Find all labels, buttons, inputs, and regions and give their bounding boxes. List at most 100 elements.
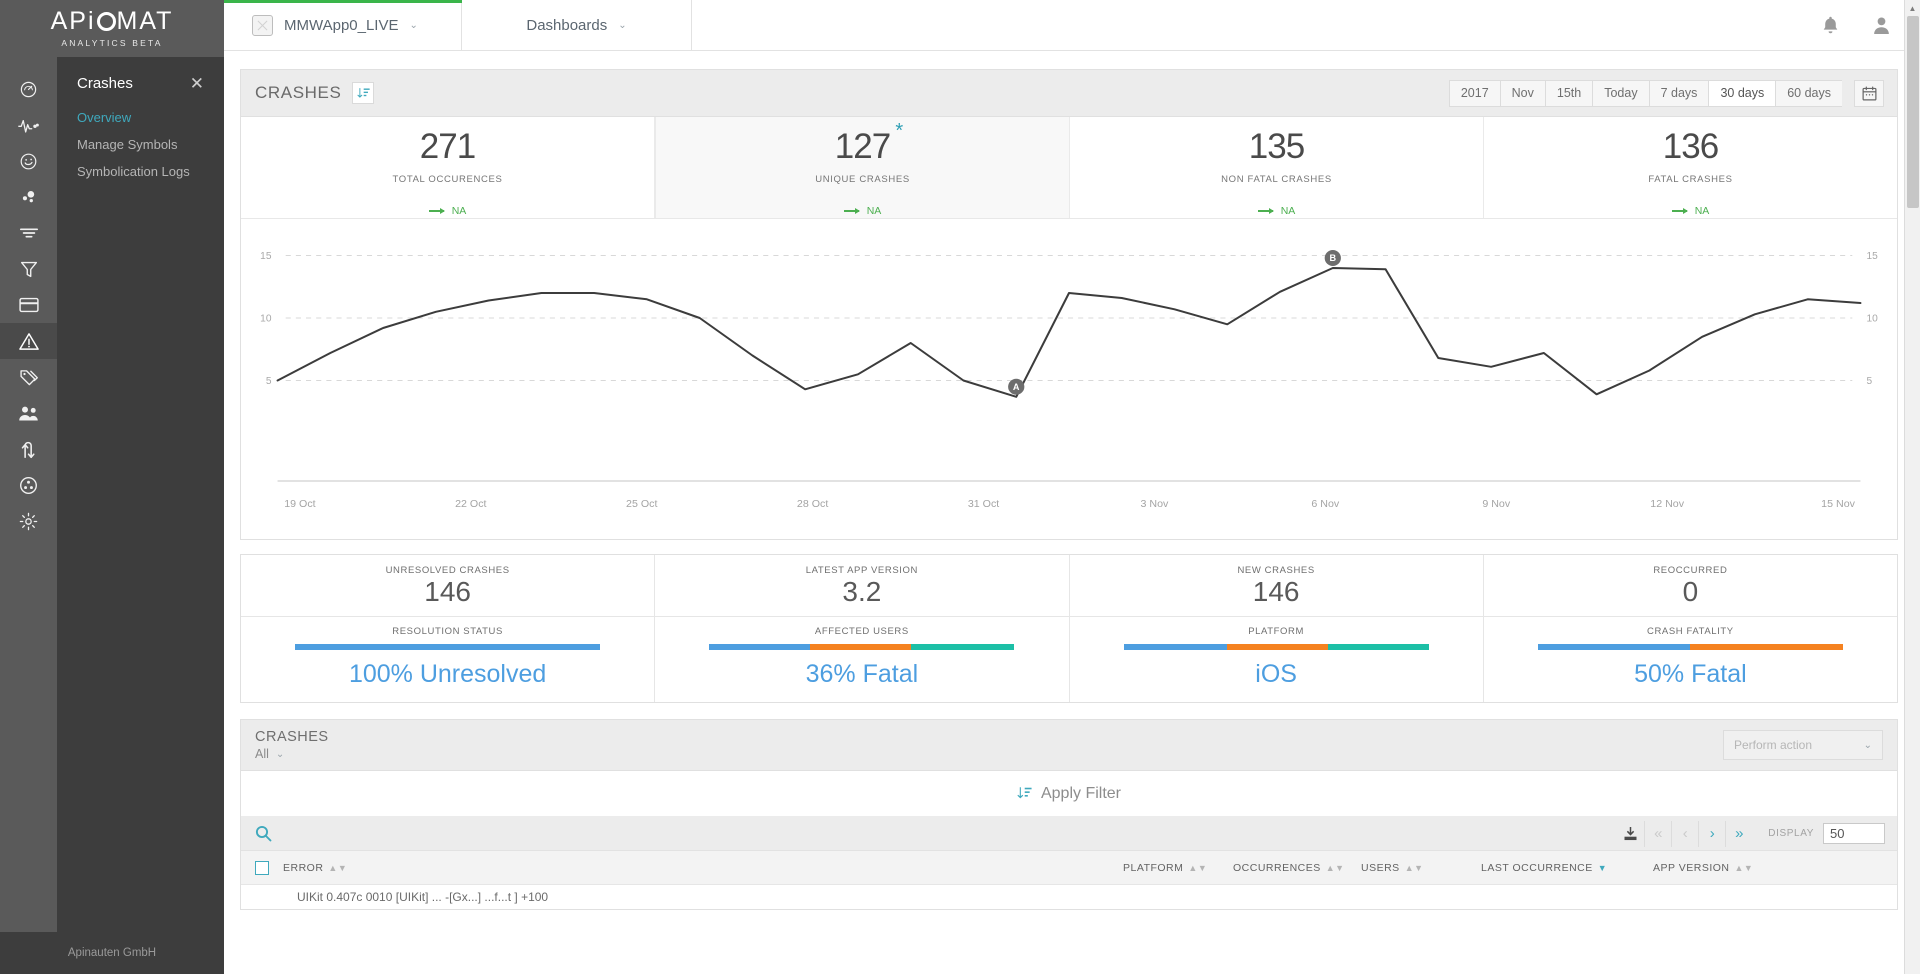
- segmented-bar: [1538, 644, 1843, 650]
- crashes-panel-title-group: CRASHES: [255, 82, 374, 104]
- warning-triangle-icon[interactable]: [0, 323, 57, 359]
- card-icon[interactable]: [0, 287, 57, 323]
- range-15th[interactable]: 15th: [1545, 80, 1592, 107]
- crashes-table-panel: CRASHES All ⌄ Perform action ⌄ App: [240, 719, 1898, 910]
- stat-new-crashes: NEW CRASHES 146 PLATFORM iOS: [1070, 555, 1484, 702]
- range-60-days[interactable]: 60 days: [1775, 80, 1842, 107]
- column-occurrences[interactable]: OCCURRENCES▲▼: [1233, 862, 1361, 874]
- sub-navigation-title: Crashes: [77, 75, 133, 92]
- x-tick-label: 15 Nov: [1821, 498, 1855, 510]
- kpi-trend: NA: [844, 205, 882, 217]
- tab-dashboards-label: Dashboards: [526, 17, 607, 34]
- crashes-table-title: CRASHES: [255, 729, 329, 745]
- x-tick-label: 25 Oct: [626, 498, 657, 510]
- bubbles-icon[interactable]: [0, 179, 57, 215]
- kpi-trend: NA: [1258, 205, 1296, 217]
- column-last-occurrence[interactable]: LAST OCCURRENCE▼: [1481, 862, 1653, 874]
- stat-reoccurred: REOCCURRED 0 CRASH FATALITY 50% Fatal: [1484, 555, 1897, 702]
- smiley-icon[interactable]: [0, 143, 57, 179]
- select-all-checkbox[interactable]: [255, 861, 269, 875]
- display-count-label: DISPLAY: [1768, 828, 1814, 839]
- chart-annotation-marker-a[interactable]: A: [1008, 379, 1024, 395]
- scroll-up-arrow-icon[interactable]: ▲: [1905, 0, 1920, 16]
- close-icon[interactable]: ✕: [190, 75, 204, 92]
- column-platform[interactable]: PLATFORM▲▼: [1123, 862, 1233, 874]
- sort-descending-icon[interactable]: [352, 82, 374, 104]
- kpi-fatal-crashes[interactable]: 136 FATAL CRASHES NA: [1484, 117, 1897, 218]
- bar-segment: [1690, 644, 1843, 650]
- apply-filter-row: Apply Filter: [241, 771, 1897, 817]
- bar-segment: [911, 644, 1015, 650]
- range-7-days[interactable]: 7 days: [1649, 80, 1709, 107]
- sidebar-item-symbolication-logs[interactable]: Symbolication Logs: [57, 158, 224, 185]
- search-icon[interactable]: [255, 825, 272, 842]
- bar-segment: [1227, 644, 1328, 650]
- perform-action-select[interactable]: Perform action ⌄: [1723, 730, 1883, 760]
- display-count-input[interactable]: [1823, 823, 1885, 844]
- kpi-non-fatal-crashes[interactable]: 135 NON FATAL CRASHES NA: [1070, 117, 1484, 218]
- stat-value: 146: [424, 578, 471, 606]
- column-users[interactable]: USERS▲▼: [1361, 862, 1481, 874]
- pagination-prev[interactable]: ‹: [1671, 821, 1698, 847]
- kpi-value-wrap: 127*: [835, 129, 890, 164]
- icon-rail: [0, 57, 57, 974]
- filter-icon[interactable]: [0, 251, 57, 287]
- chevron-down-icon: ⌄: [618, 20, 626, 31]
- chart-canvas: 5510101515AB19 Oct22 Oct25 Oct28 Oct31 O…: [241, 219, 1897, 539]
- bug-icon[interactable]: [0, 467, 57, 503]
- users-icon[interactable]: [0, 395, 57, 431]
- flows-icon[interactable]: [0, 431, 57, 467]
- bell-icon[interactable]: [1822, 16, 1839, 35]
- pagination-next[interactable]: ›: [1698, 821, 1725, 847]
- scrollbar-thumb[interactable]: [1907, 16, 1919, 208]
- stat-unresolved-crashes: UNRESOLVED CRASHES 146 RESOLUTION STATUS…: [241, 555, 655, 702]
- x-tick-label: 31 Oct: [968, 498, 999, 510]
- pulse-icon[interactable]: [0, 107, 57, 143]
- pagination-last[interactable]: »: [1725, 821, 1752, 847]
- x-tick-label: 19 Oct: [284, 498, 315, 510]
- gear-icon[interactable]: [0, 503, 57, 539]
- crashes-filter-select[interactable]: All ⌄: [255, 747, 329, 761]
- dashboard-gauge-icon[interactable]: [0, 71, 57, 107]
- crashes-trend-chart[interactable]: 5510101515AB19 Oct22 Oct25 Oct28 Oct31 O…: [241, 219, 1897, 539]
- calendar-icon[interactable]: [1854, 80, 1884, 107]
- x-tick-label: 12 Nov: [1650, 498, 1684, 510]
- tab-dashboards[interactable]: Dashboards ⌄: [462, 0, 692, 50]
- tab-app-selector[interactable]: MMWApp0_LIVE ⌄: [224, 0, 462, 50]
- table-toolbar: « ‹ › » DISPLAY: [241, 817, 1897, 851]
- trend-arrow-icon: [429, 210, 444, 212]
- stat-bottom-value: 36% Fatal: [806, 660, 919, 689]
- kpi-unique-crashes[interactable]: 127* UNIQUE CRASHES NA: [655, 117, 1070, 218]
- brand-name: APiMAT: [51, 9, 174, 34]
- range-nov[interactable]: Nov: [1500, 80, 1545, 107]
- bar-segment: [709, 644, 810, 650]
- segmented-bar: [709, 644, 1014, 650]
- table-row[interactable]: UIKit 0.407c 0010 [UIKit] ... -[Gx...] .…: [241, 885, 1897, 909]
- vertical-scrollbar[interactable]: ▲: [1904, 0, 1920, 974]
- tags-icon[interactable]: [0, 359, 57, 395]
- column-error[interactable]: ERROR▲▼: [283, 862, 1123, 874]
- chart-annotation-marker-b[interactable]: B: [1325, 250, 1341, 266]
- kpi-label: UNIQUE CRASHES: [815, 174, 910, 185]
- sidebar-item-manage-symbols[interactable]: Manage Symbols: [57, 131, 224, 158]
- topbar-spacer: [692, 0, 1822, 50]
- sidebar-item-overview[interactable]: Overview: [57, 104, 224, 131]
- kpi-total-occurences[interactable]: 271 TOTAL OCCURENCES NA: [241, 117, 655, 218]
- sort-indicator-icon: ▲▼: [1188, 863, 1207, 873]
- kpi-asterisk-icon: *: [895, 121, 902, 141]
- stat-bottom-label: AFFECTED USERS: [815, 626, 909, 637]
- app-thumbnail-icon: [252, 15, 273, 36]
- apply-filter-button[interactable]: Apply Filter: [1017, 785, 1121, 803]
- stat-bottom: RESOLUTION STATUS 100% Unresolved: [241, 617, 654, 702]
- funnel-lines-icon[interactable]: [0, 215, 57, 251]
- kpi-trend-label: NA: [452, 205, 467, 217]
- pagination-first[interactable]: «: [1644, 821, 1671, 847]
- range-2017[interactable]: 2017: [1449, 80, 1500, 107]
- range-today[interactable]: Today: [1592, 80, 1648, 107]
- kpi-trend-label: NA: [1695, 205, 1710, 217]
- app-root: APiMAT ANALYTICS BETA: [0, 0, 1920, 974]
- column-app-version[interactable]: APP VERSION▲▼: [1653, 862, 1793, 874]
- range-30-days[interactable]: 30 days: [1708, 80, 1775, 107]
- download-icon[interactable]: [1617, 821, 1644, 847]
- user-avatar-icon[interactable]: [1873, 16, 1890, 35]
